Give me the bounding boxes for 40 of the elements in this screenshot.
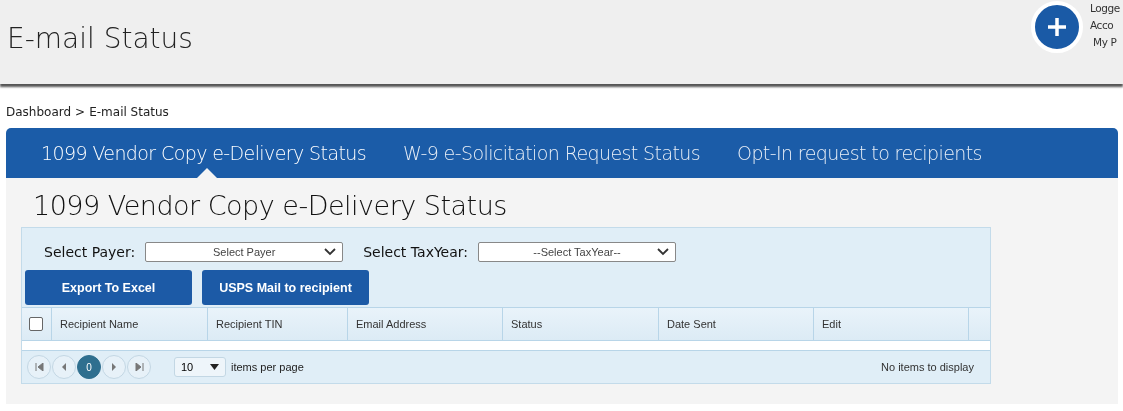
left-triangle-icon [61,363,67,371]
action-button[interactable]: Export To Excel [25,270,192,305]
tab[interactable]: W-9 e-Solicitation Request Status [388,128,723,178]
column-header[interactable]: Recipient Name [52,308,208,340]
last-page-icon [134,363,144,371]
chevron-icon [657,248,670,256]
filter-label: Select Payer: [44,244,136,260]
page-size-dropdown[interactable]: 10 [174,357,226,377]
section-heading: 1099 Vendor Copy e-Delivery Status [33,190,508,221]
breadcrumb-item[interactable]: Dashboard [6,105,72,119]
page-button[interactable]: 0 [77,355,101,379]
dropdown-field[interactable]: Select Payer [145,242,344,262]
first-page-icon [34,363,44,371]
caret-icon [210,364,219,370]
add-button[interactable] [1031,1,1083,53]
pager-status: No items to display [881,361,974,373]
breadcrumb-item: E-mail Status [89,105,169,119]
account-text: Acco [1090,18,1115,33]
tab[interactable]: Opt-In request to recipients [722,128,1004,178]
account-text: My P [1092,35,1118,50]
last-page-button[interactable] [127,355,151,379]
breadcrumb-item: > [75,105,86,119]
column-header[interactable]: Recipient TIN [208,308,348,340]
plus-icon [1046,16,1068,38]
action-button[interactable]: USPS Mail to recipient [202,270,369,305]
previous-page-button[interactable] [52,355,76,379]
chevron-icon [324,248,337,256]
items-per-page-label: items per page [231,361,304,373]
right-triangle-icon [111,363,117,371]
account-text: Logge [1090,1,1121,16]
page-title: E-mail Status [7,22,193,55]
column-header[interactable]: Date Sent [659,308,814,340]
checkbox[interactable] [29,317,43,331]
first-page-button[interactable] [27,355,51,379]
filter-label: Select TaxYear: [363,244,469,260]
column-header[interactable]: Email Address [348,308,503,340]
column-header[interactable]: Status [503,308,659,340]
next-page-button[interactable] [102,355,126,379]
dropdown-field[interactable]: --Select TaxYear-- [478,242,677,262]
column-header[interactable]: Edit [814,308,969,340]
